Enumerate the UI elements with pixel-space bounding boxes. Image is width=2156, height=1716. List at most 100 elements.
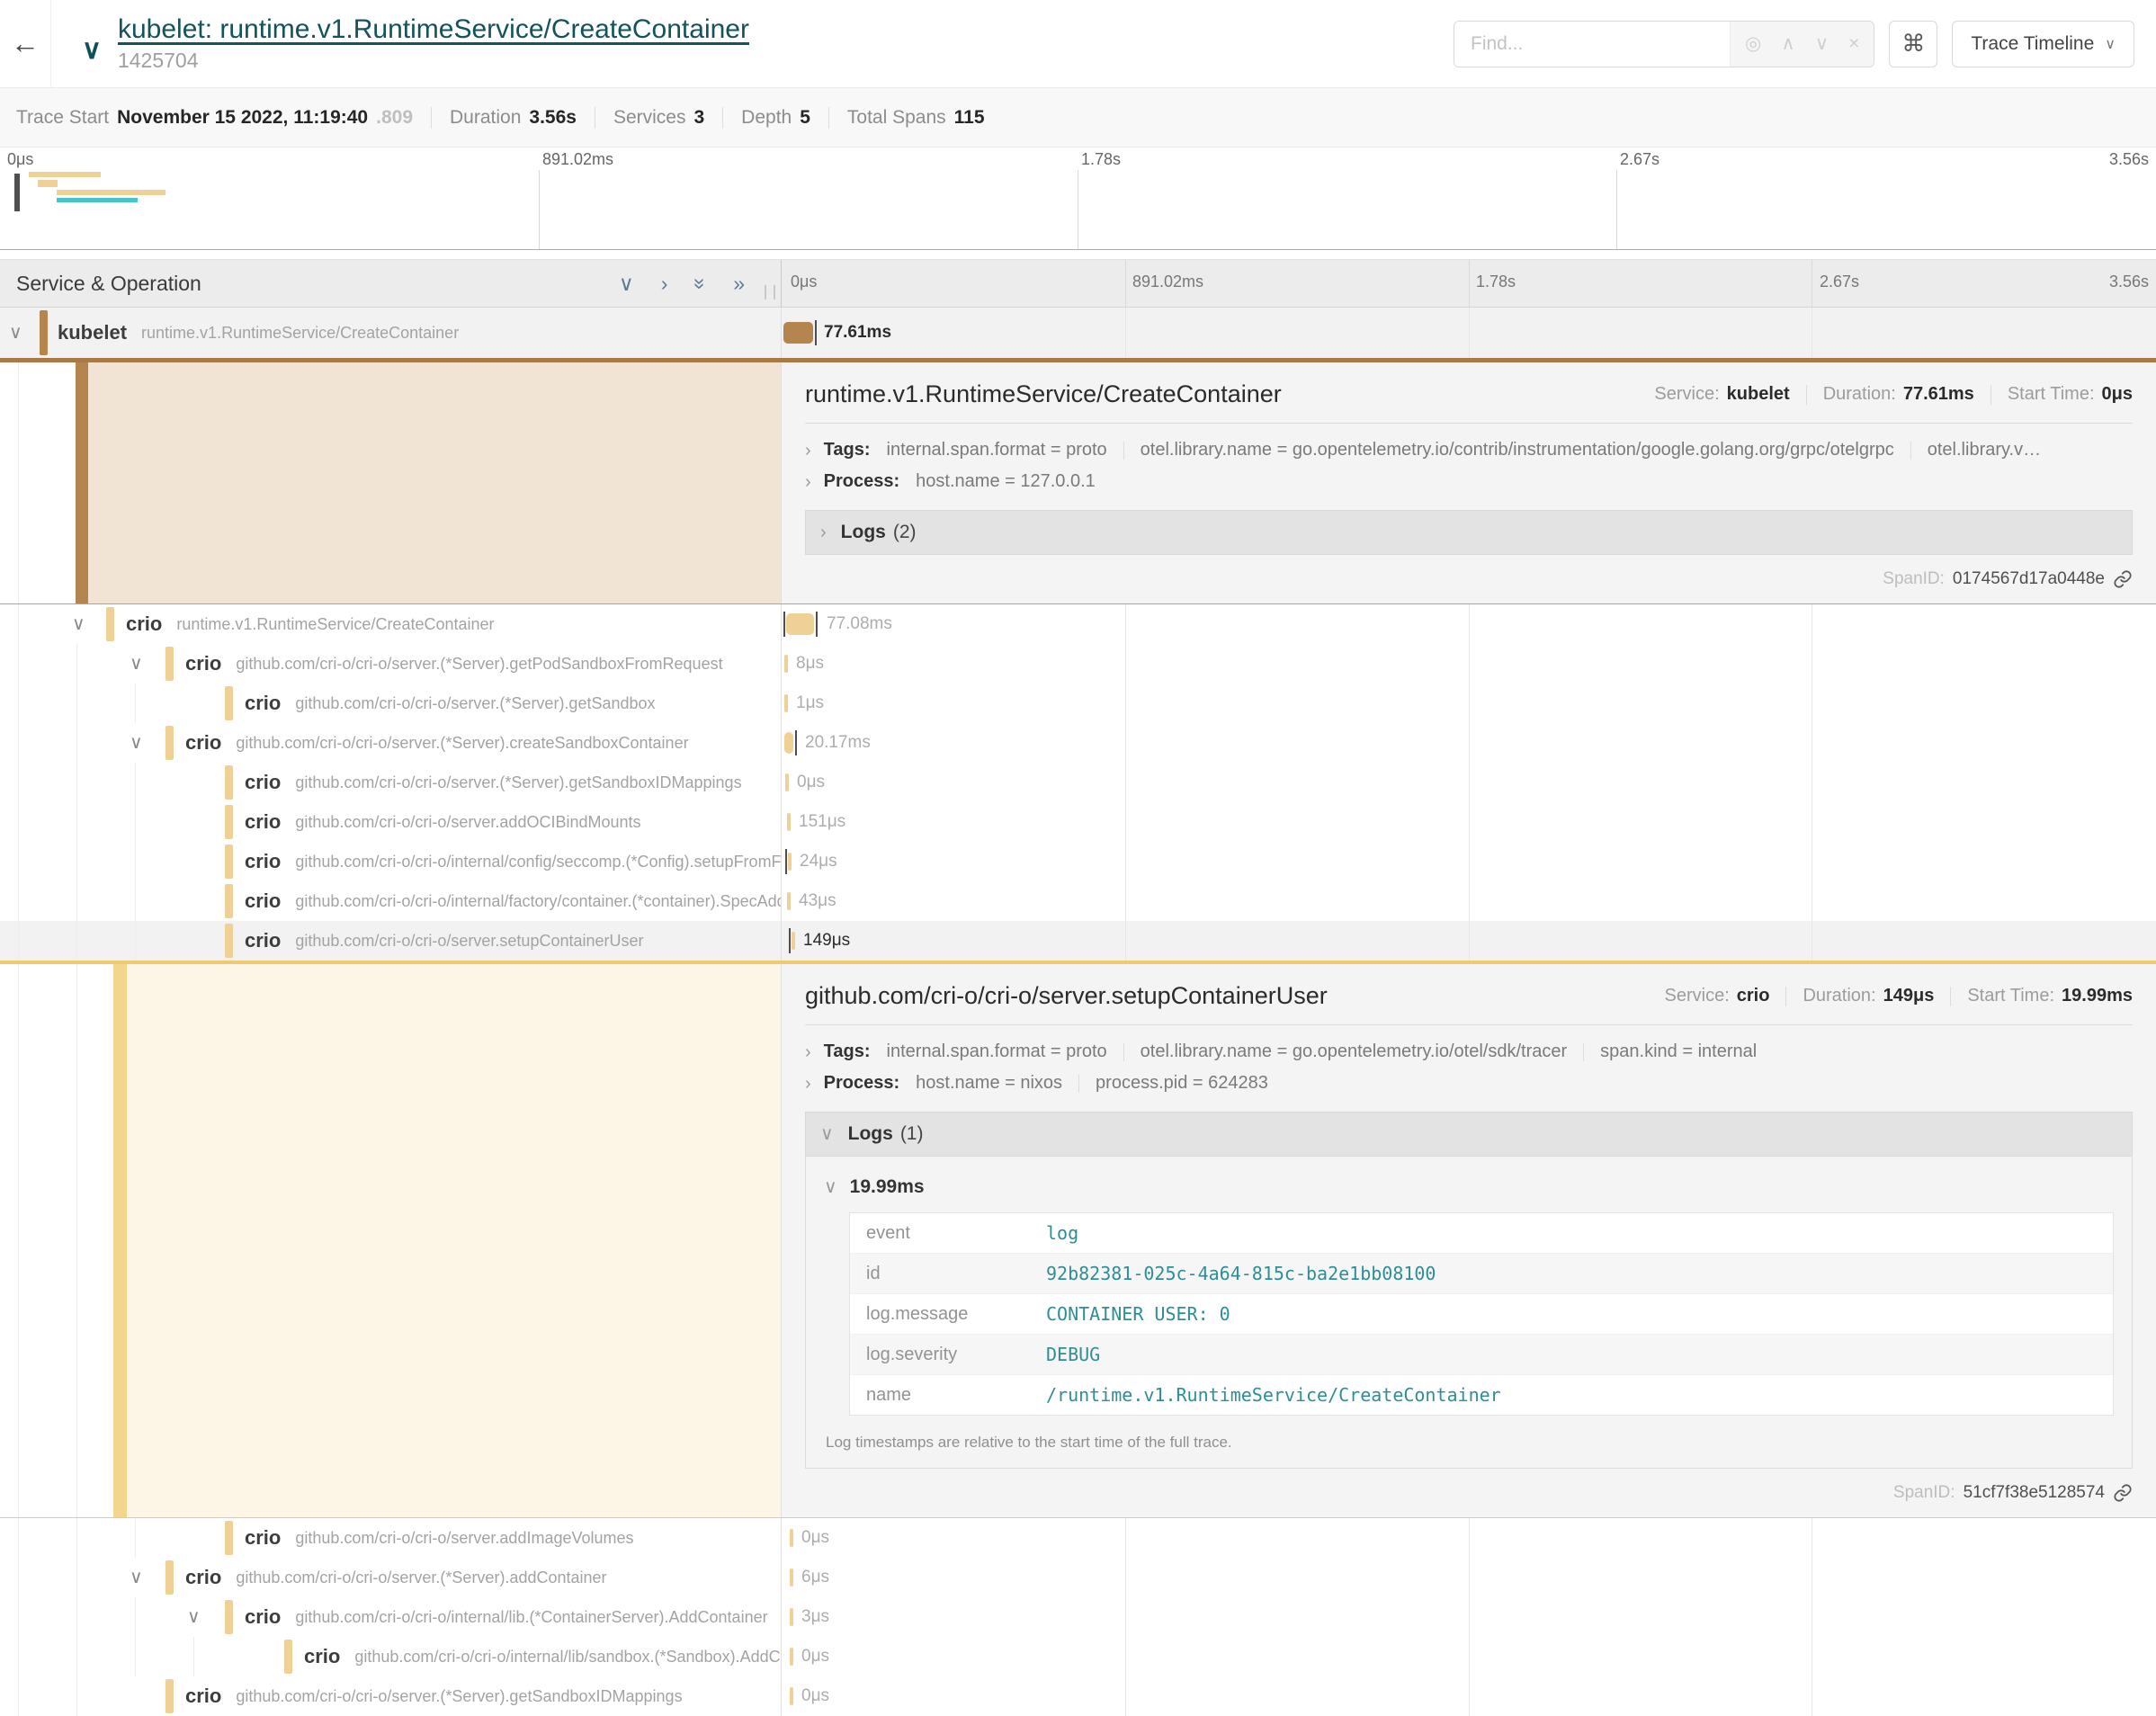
log-field-key: log.message — [866, 1304, 1046, 1325]
find-input[interactable] — [1454, 22, 1730, 67]
span-timeline-cell[interactable]: 0μs — [781, 763, 2156, 802]
collapse-trace-chevron-icon[interactable]: ∨ — [82, 34, 102, 66]
span-timeline-cell[interactable]: 8μs — [781, 644, 2156, 684]
span-timeline-cell[interactable]: 149μs — [781, 921, 2156, 961]
tag-item: otel.library.name = go.opentelemetry.io/… — [1141, 440, 1894, 460]
span-bar[interactable] — [790, 1687, 793, 1705]
prev-match-icon[interactable]: ∧ — [1781, 32, 1794, 55]
process-accordion[interactable]: › Process: host.name = nixos process.pid… — [782, 1068, 2156, 1099]
collapse-all-icon[interactable]: » — [690, 278, 711, 290]
span-row-crio-createcontainer[interactable]: ∨ crio runtime.v1.RuntimeService/CreateC… — [0, 604, 2156, 644]
span-row-addcontainer[interactable]: ∨ crio github.com/cri-o/cri-o/server.(*S… — [0, 1558, 2156, 1597]
view-selector-button[interactable]: Trace Timeline ∨ — [1952, 21, 2134, 67]
span-bar[interactable] — [790, 1648, 793, 1666]
span-timeline-cell[interactable]: 0μs — [781, 1676, 2156, 1716]
span-bar[interactable] — [790, 1608, 793, 1626]
span-timeline-cell[interactable]: 0μs — [781, 1637, 2156, 1676]
span-timeline-cell[interactable]: 6μs — [781, 1558, 2156, 1597]
tag-item: internal.span.format = proto — [887, 1041, 1107, 1062]
start-time-value: 19.99ms — [2062, 986, 2133, 1006]
duration-label: Duration: — [1803, 986, 1875, 1006]
span-row-getsandboxidmappings[interactable]: crio github.com/cri-o/cri-o/server.(*Ser… — [0, 763, 2156, 802]
span-timeline-cell[interactable]: 3μs — [781, 1597, 2156, 1637]
trace-id: 1425704 — [118, 49, 749, 73]
minimap-tick: 891.02ms — [542, 150, 613, 169]
service-operation-title: Service & Operation — [16, 272, 201, 296]
span-row-addimagevolumes[interactable]: crio github.com/cri-o/cri-o/server.addIm… — [0, 1518, 2156, 1558]
back-button[interactable]: ← — [0, 0, 51, 87]
span-timeline-cell[interactable]: 43μs — [781, 881, 2156, 921]
chevron-down-icon[interactable]: ∨ — [130, 1569, 143, 1586]
process-accordion[interactable]: › Process: host.name = 127.0.0.1 — [782, 466, 2156, 497]
chevron-down-icon[interactable]: ∨ — [187, 1608, 201, 1626]
span-timeline-cell[interactable]: 0μs — [781, 1518, 2156, 1558]
detail-span-meta: Service:kubelet Duration:77.61ms Start T… — [1654, 384, 2133, 405]
span-bar[interactable] — [783, 322, 813, 344]
tags-accordion[interactable]: › Tags: internal.span.format = proto ote… — [782, 1036, 2156, 1068]
expand-all-icon[interactable]: » — [733, 273, 745, 294]
chevron-down-icon[interactable]: ∨ — [130, 734, 143, 752]
span-bar[interactable] — [790, 1529, 793, 1547]
span-service: crio — [245, 692, 281, 715]
span-bar[interactable] — [784, 655, 788, 673]
keyboard-shortcuts-button[interactable]: ⌘ — [1889, 21, 1937, 67]
logs-accordion-expanded[interactable]: ∨ Logs (1) — [805, 1112, 2133, 1157]
logs-accordion-collapsed[interactable]: › Logs (2) — [805, 510, 2133, 555]
span-start-tick — [783, 612, 785, 637]
span-row-kubelet-createcontainer[interactable]: ∨ kubelet runtime.v1.RuntimeService/Crea… — [0, 308, 2156, 358]
tag-item: internal.span.format = proto — [887, 440, 1107, 460]
span-bar[interactable] — [788, 853, 792, 871]
span-timeline-cell[interactable]: 77.61ms — [781, 308, 2156, 358]
collapse-one-icon[interactable]: ∨ — [619, 273, 634, 294]
span-timeline-cell[interactable]: 20.17ms — [781, 723, 2156, 763]
span-id-label: SpanID: — [1893, 1483, 1955, 1503]
span-bar[interactable] — [787, 892, 791, 910]
minimap-scrubber-handle[interactable] — [14, 174, 20, 211]
link-icon[interactable] — [2113, 569, 2133, 589]
span-bar[interactable] — [787, 813, 791, 831]
chevron-down-icon[interactable]: ∨ — [9, 324, 22, 342]
span-row-specaddannotations[interactable]: crio github.com/cri-o/cri-o/internal/fac… — [0, 881, 2156, 921]
chevron-down-icon[interactable]: ∨ — [72, 615, 85, 633]
minimap-canvas[interactable] — [0, 170, 2156, 250]
service-value: kubelet — [1727, 384, 1790, 405]
span-row-seccomp-setupfromfield[interactable]: crio github.com/cri-o/cri-o/internal/con… — [0, 842, 2156, 881]
span-bar[interactable] — [792, 932, 795, 950]
link-icon[interactable] — [2113, 1483, 2133, 1503]
next-match-icon[interactable]: ∨ — [1815, 32, 1829, 55]
span-end-tick — [816, 612, 818, 637]
span-row-lib-addcontainer[interactable]: ∨ crio github.com/cri-o/cri-o/internal/l… — [0, 1597, 2156, 1637]
span-service: crio — [304, 1645, 340, 1668]
column-resizer-grip[interactable] — [765, 285, 775, 299]
span-timeline-cell[interactable]: 1μs — [781, 684, 2156, 723]
tags-accordion[interactable]: › Tags: internal.span.format = proto ote… — [782, 434, 2156, 466]
span-bar[interactable] — [785, 773, 789, 791]
span-duration: 0μs — [801, 1647, 829, 1667]
logs-body: ∨ 19.99ms event log id 92b82381-025c-4a6… — [805, 1157, 2133, 1469]
log-entry-toggle[interactable]: ∨ 19.99ms — [824, 1176, 2114, 1198]
span-row-createsandboxcontainer[interactable]: ∨ crio github.com/cri-o/cri-o/server.(*S… — [0, 723, 2156, 763]
trace-title-link[interactable]: kubelet: runtime.v1.RuntimeService/Creat… — [118, 14, 749, 45]
service-color-bar — [166, 647, 174, 681]
span-row-sandbox-addcontainer[interactable]: crio github.com/cri-o/cri-o/internal/lib… — [0, 1637, 2156, 1676]
service-color-bar — [225, 765, 233, 800]
span-row-addocibindmounts[interactable]: crio github.com/cri-o/cri-o/server.addOC… — [0, 802, 2156, 842]
expand-one-icon[interactable]: › — [661, 273, 668, 294]
span-bar[interactable] — [786, 613, 814, 635]
span-timeline-cell[interactable]: 77.08ms — [781, 604, 2156, 644]
clear-find-icon[interactable]: × — [1848, 33, 1859, 55]
span-row-setupcontaineruser[interactable]: crio github.com/cri-o/cri-o/server.setup… — [0, 921, 2156, 961]
span-row-getpodsandboxfromrequest[interactable]: ∨ crio github.com/cri-o/cri-o/server.(*S… — [0, 644, 2156, 684]
span-row-getsandboxidmappings-2[interactable]: crio github.com/cri-o/cri-o/server.(*Ser… — [0, 1676, 2156, 1716]
chevron-down-icon[interactable]: ∨ — [130, 655, 143, 673]
span-end-tick — [815, 320, 817, 345]
span-bar[interactable] — [790, 1569, 793, 1586]
span-timeline-cell[interactable]: 151μs — [781, 802, 2156, 842]
span-row-getsandbox[interactable]: crio github.com/cri-o/cri-o/server.(*Ser… — [0, 684, 2156, 723]
focus-match-icon[interactable]: ◎ — [1745, 32, 1761, 55]
span-timeline-cell[interactable]: 24μs — [781, 842, 2156, 881]
span-bar[interactable] — [784, 694, 788, 712]
span-bar[interactable] — [784, 732, 793, 754]
duration-value: 77.61ms — [1903, 384, 1974, 405]
process-label: Process: — [824, 471, 900, 492]
